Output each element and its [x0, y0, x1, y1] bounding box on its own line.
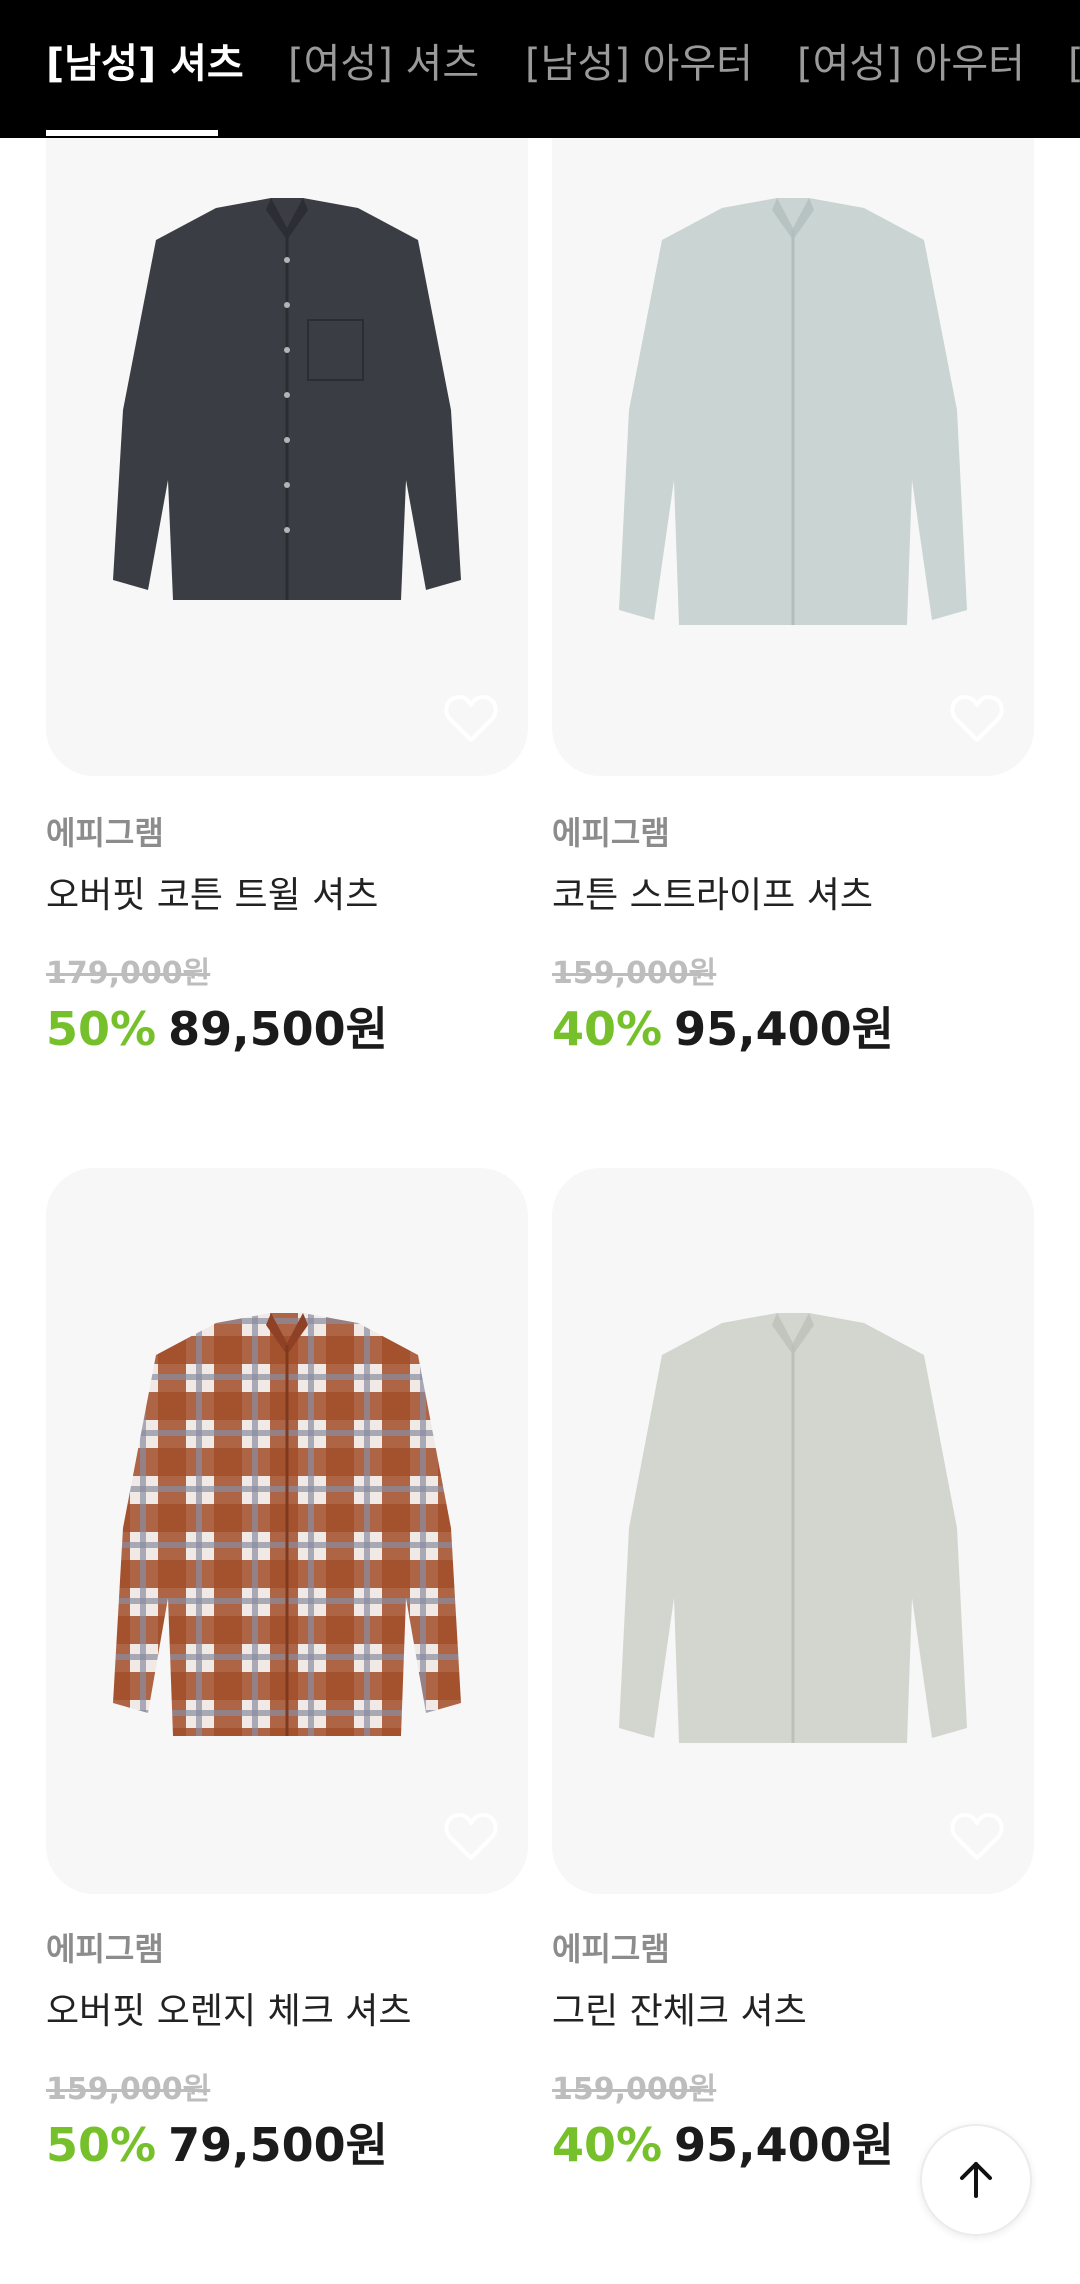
scroll-top-button[interactable]	[920, 2124, 1032, 2236]
original-price: 159,000원	[552, 956, 717, 991]
sale-price: 89,500원	[168, 1002, 388, 1056]
shirt-image-dark	[113, 198, 461, 600]
product-brand: 에피그램	[552, 814, 670, 852]
heart-outline-icon[interactable]	[444, 1812, 498, 1862]
price-line: 50% 79,500원	[46, 2109, 388, 2175]
price-line: 50% 89,500원	[46, 993, 388, 1059]
product-name[interactable]: 오버핏 오렌지 체크 셔츠	[46, 1982, 412, 2034]
product-name[interactable]: 오버핏 코튼 트윌 셔츠	[46, 866, 378, 918]
shirt-image-light-blue	[619, 198, 967, 625]
tab-women-shirts[interactable]: [여성] 셔츠	[288, 36, 479, 92]
sale-price: 79,500원	[168, 2118, 388, 2172]
price-line: 40% 95,400원	[552, 2109, 894, 2175]
heart-outline-icon[interactable]	[444, 694, 498, 744]
original-price: 159,000원	[46, 2072, 211, 2107]
heart-outline-icon[interactable]	[950, 1812, 1004, 1862]
product-name[interactable]: 코튼 스트라이프 셔츠	[552, 866, 873, 918]
product-image[interactable]	[552, 1168, 1034, 1894]
discount-rate: 50%	[46, 1002, 157, 1056]
discount-rate: 40%	[552, 1002, 663, 1056]
tab-men-outer[interactable]: [남성] 아우터	[525, 36, 753, 92]
original-price: 179,000원	[46, 956, 211, 991]
product-image[interactable]	[46, 1168, 528, 1894]
sale-price: 95,400원	[674, 2118, 894, 2172]
category-tab-bar: [남성] 셔츠 [여성] 셔츠 [남성] 아우터 [여성] 아우터 [	[0, 0, 1080, 138]
product-image[interactable]	[552, 50, 1034, 776]
product-image[interactable]	[46, 50, 528, 776]
product-brand: 에피그램	[552, 1930, 670, 1968]
discount-rate: 40%	[552, 2118, 663, 2172]
product-brand: 에피그램	[46, 814, 164, 852]
price-line: 40% 95,400원	[552, 993, 894, 1059]
active-tab-indicator	[46, 130, 218, 136]
arrow-up-icon	[960, 2162, 992, 2198]
tab-next-partial[interactable]: [	[1068, 36, 1080, 92]
original-price: 159,000원	[552, 2072, 717, 2107]
product-name[interactable]: 그린 잔체크 셔츠	[552, 1982, 807, 2034]
discount-rate: 50%	[46, 2118, 157, 2172]
heart-outline-icon[interactable]	[950, 694, 1004, 744]
shirt-image-green-check	[619, 1313, 967, 1743]
sale-price: 95,400원	[674, 1002, 894, 1056]
tab-men-shirts[interactable]: [남성] 셔츠	[46, 36, 244, 92]
shirt-image-orange-plaid	[113, 1313, 461, 1736]
tab-women-outer[interactable]: [여성] 아우터	[797, 36, 1025, 92]
product-brand: 에피그램	[46, 1930, 164, 1968]
